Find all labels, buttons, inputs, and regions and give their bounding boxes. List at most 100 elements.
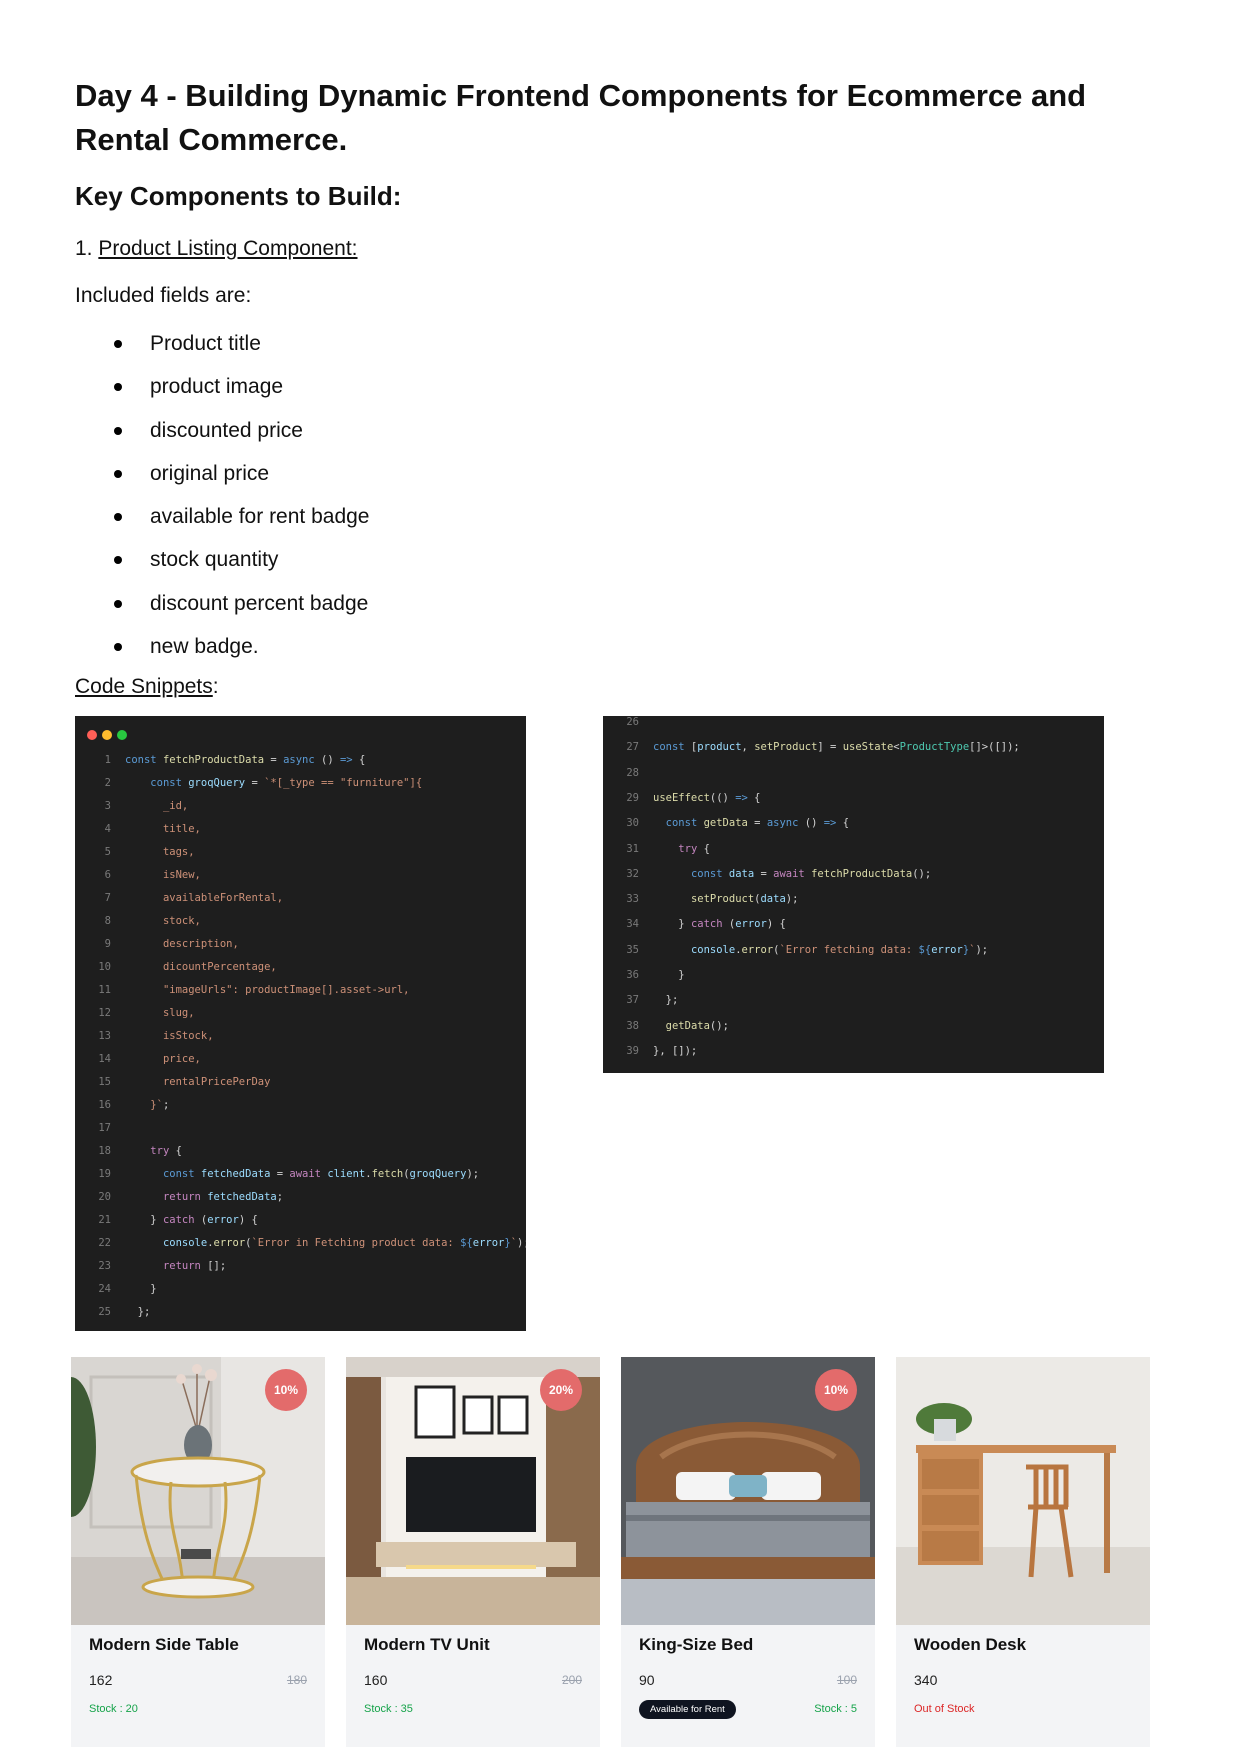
line-number: 7 (104, 892, 111, 904)
list-item-text: product image (150, 375, 284, 399)
discount-badge: 10% (815, 1369, 857, 1411)
code-text: console.error(`Error in Fetching product… (162, 1237, 526, 1249)
product-card[interactable]: 20% Modern TV Unit 160 200 Stock : 35 (346, 1357, 600, 1747)
code-line: 34 } catch (error) { (603, 918, 786, 931)
line-number: 4 (104, 823, 111, 835)
product-title[interactable]: Modern TV Unit (364, 1635, 490, 1655)
code-text: stock, (162, 915, 201, 927)
code-text: useEffect(() => { (653, 791, 761, 804)
line-number: 21 (98, 1214, 111, 1226)
line-number: 17 (98, 1122, 111, 1134)
section-title: Product Listing Component: (98, 237, 358, 260)
line-number: 38 (626, 1019, 639, 1032)
section-number: 1. (75, 237, 93, 260)
code-line: 22 console.error(`Error in Fetching prod… (75, 1237, 526, 1249)
bullet-icon (114, 643, 122, 652)
code-line: 15 rentalPricePerDay (75, 1076, 270, 1088)
line-number: 18 (98, 1145, 111, 1157)
list-item-text: original price (150, 461, 270, 485)
line-number: 25 (98, 1306, 111, 1318)
discounted-price: 90 (639, 1672, 655, 1688)
line-number: 23 (98, 1260, 111, 1272)
fields-list: Product title product image discounted p… (110, 326, 370, 672)
line-number: 32 (626, 867, 639, 880)
section-heading: Key Components to Build: (75, 181, 402, 211)
code-text: } catch (error) { (125, 1214, 258, 1226)
code-line: 18 try { (75, 1145, 182, 1157)
code-text: }; (125, 1306, 151, 1318)
line-number: 15 (98, 1076, 111, 1088)
product-card[interactable]: Wooden Desk 340 Out of Stock (896, 1357, 1150, 1747)
line-number: 6 (104, 869, 111, 881)
line-number: 34 (626, 918, 639, 931)
code-snippets-label: Code Snippets: (75, 672, 219, 702)
stock-quantity: Stock : 35 (364, 1703, 413, 1715)
list-item-text: discount percent badge (150, 591, 369, 615)
code-line: 29 useEffect(() => { (603, 791, 761, 804)
bullet-icon (114, 599, 122, 608)
line-number: 10 (98, 961, 111, 973)
line-number: 35 (626, 943, 639, 956)
list-item-text: new badge. (150, 635, 259, 659)
product-image (896, 1357, 1150, 1625)
code-snippets-label-colon: : (212, 675, 219, 698)
product-title[interactable]: Wooden Desk (914, 1635, 1026, 1655)
list-item-text: discounted price (150, 418, 303, 442)
list-item-text: Product title (150, 332, 261, 355)
code-text: getData(); (665, 1019, 729, 1032)
code-text: const data = await fetchProductData(); (690, 867, 932, 880)
code-text: isStock, (162, 1030, 214, 1042)
product-card[interactable]: 10% King-Size Bed 90 100 Available for R… (621, 1357, 875, 1747)
line-number: 30 (626, 817, 639, 830)
code-line: 39}, []); (603, 1045, 697, 1057)
code-line: 28 (603, 767, 653, 779)
bullet-icon (114, 469, 122, 478)
line-number: 16 (98, 1099, 111, 1111)
line-number: 27 (626, 741, 639, 754)
line-number: 1 (104, 754, 111, 766)
code-line: 11 "imageUrls": productImage[].asset->ur… (75, 984, 409, 996)
code-text: title, (162, 823, 201, 835)
minimize-dot-icon (102, 730, 112, 740)
code-text: } catch (error) { (653, 918, 786, 931)
code-line: 26 (603, 716, 653, 728)
list-item-text: stock quantity (150, 548, 279, 572)
line-number: 29 (626, 791, 639, 804)
line-number: 14 (98, 1053, 111, 1065)
code-text: const groqQuery = `*[_type == "furniture… (150, 777, 423, 789)
code-line: 35 console.error(`Error fetching data: $… (603, 944, 988, 956)
bullet-icon (114, 556, 122, 565)
product-card[interactable]: 10% Modern Side Table 162 180 Stock : 20 (71, 1357, 325, 1747)
original-price: 180 (286, 1673, 307, 1687)
code-line: 38 getData(); (603, 1020, 729, 1032)
line-number: 3 (104, 800, 111, 812)
code-line: 25 }; (75, 1306, 150, 1318)
line-number: 20 (98, 1191, 111, 1203)
section-line: 1. Product Listing Component: (75, 234, 358, 264)
code-text: description, (162, 938, 239, 950)
code-line: 7 availableForRental, (75, 892, 283, 904)
list-item: product image (110, 369, 370, 412)
code-line: 32 const data = await fetchProductData()… (603, 868, 931, 880)
code-snippets-label-text: Code Snippets (75, 675, 213, 698)
line-number: 12 (98, 1007, 111, 1019)
code-snippet-fetch: 1 const fetchProductData = async () => {2… (75, 716, 526, 1331)
code-line: 3 _id, (75, 800, 189, 812)
line-number: 11 (98, 984, 111, 996)
code-line: 36 } (603, 969, 685, 981)
code-line: 9 description, (75, 938, 239, 950)
line-number: 33 (626, 893, 639, 906)
product-title[interactable]: Modern Side Table (89, 1635, 239, 1655)
product-title[interactable]: King-Size Bed (639, 1635, 753, 1655)
list-item: discounted price (110, 413, 370, 456)
code-text: }; (653, 994, 679, 1007)
code-text: } (653, 969, 685, 981)
code-text: tags, (162, 846, 195, 858)
code-text: dicountPercentage, (162, 961, 277, 973)
code-text: availableForRental, (162, 892, 284, 904)
code-text: rentalPricePerDay (162, 1076, 271, 1088)
code-text: return []; (162, 1260, 227, 1272)
code-line: 33 setProduct(data); (603, 893, 798, 905)
discount-badge: 10% (265, 1369, 307, 1411)
code-line: 14 price, (75, 1053, 201, 1065)
